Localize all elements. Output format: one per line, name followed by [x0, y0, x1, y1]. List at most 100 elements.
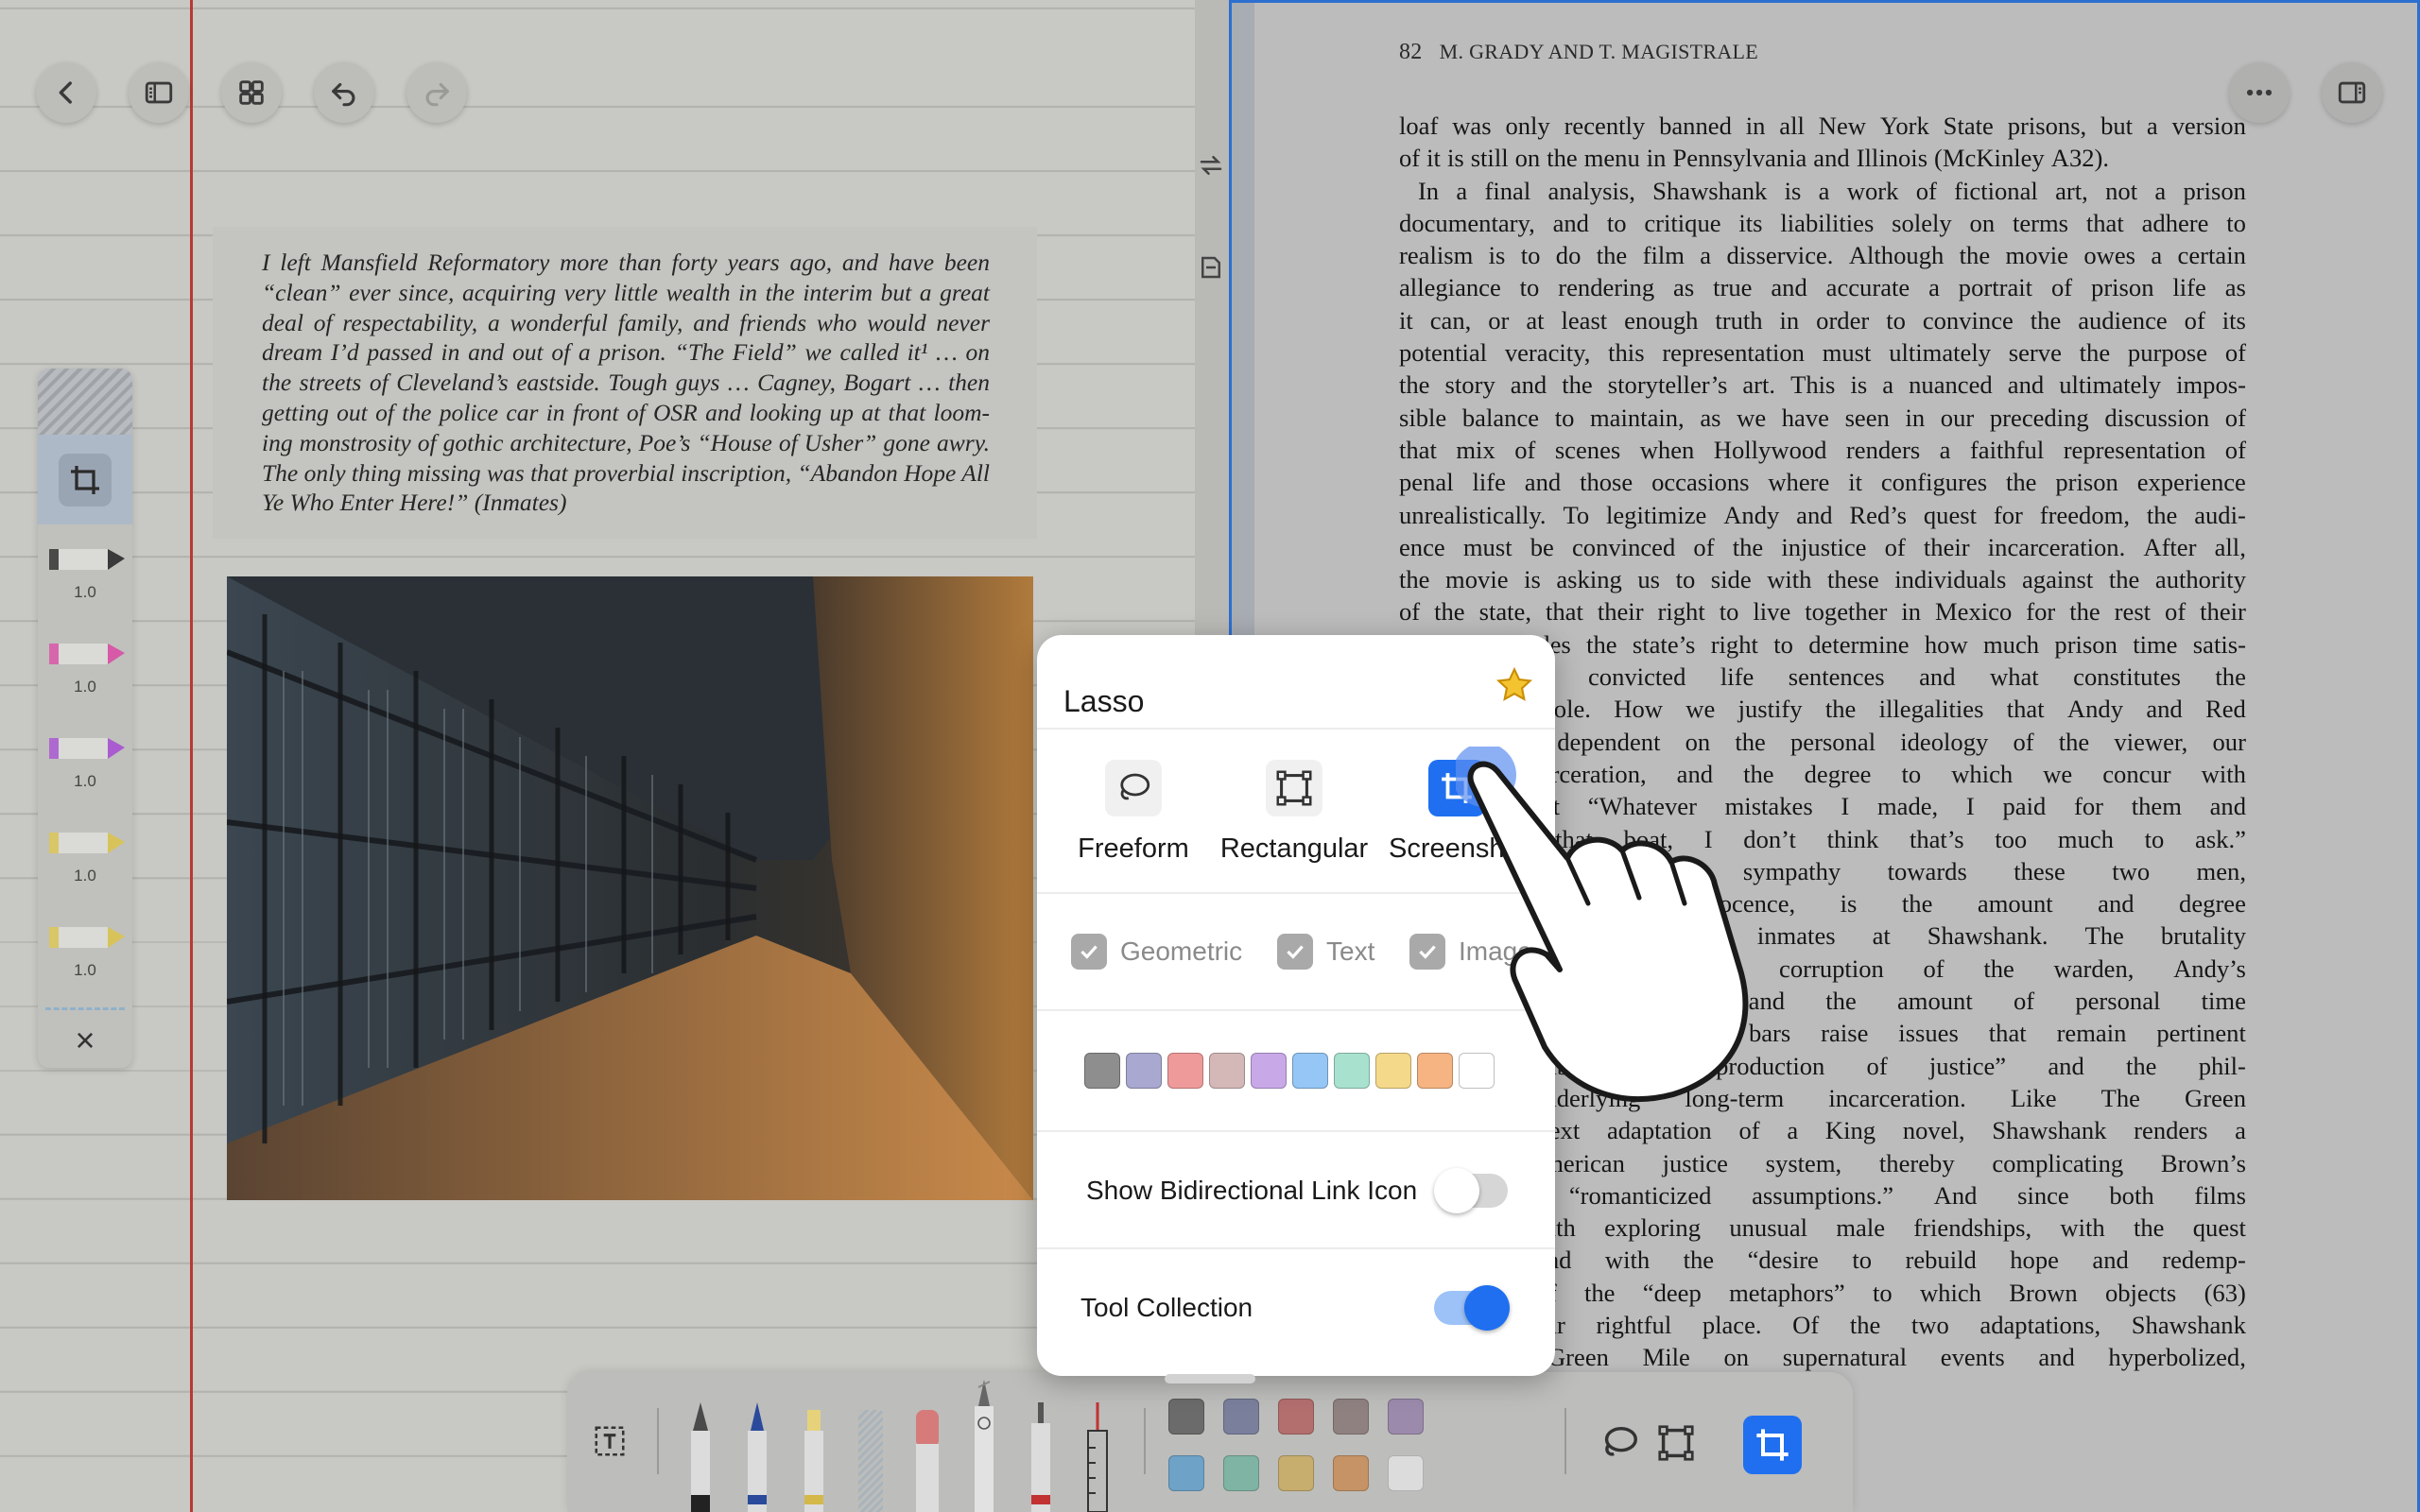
toolbar-color-swatch[interactable] [1388, 1455, 1424, 1491]
pdf-word: audi- [2194, 500, 2246, 529]
toolbar-color-swatch[interactable] [1333, 1455, 1369, 1491]
color-swatch[interactable] [1084, 1053, 1120, 1089]
highlighter-button[interactable] [794, 1400, 834, 1512]
pdf-word: against [2021, 565, 2094, 594]
page-bookmark-icon[interactable] [1197, 253, 1225, 282]
sidebar-toggle-button[interactable] [129, 62, 189, 123]
favorite-star-icon[interactable] [1495, 665, 1534, 705]
swap-panes-icon[interactable] [1197, 151, 1225, 180]
pdf-word: of [2184, 305, 2205, 335]
lasso-tool-button[interactable] [964, 1378, 1004, 1512]
color-swatch[interactable] [1251, 1053, 1287, 1089]
image-filter-checkbox[interactable]: Image [1409, 934, 1532, 970]
pdf-word: prison [2183, 176, 2246, 205]
texture-brush-icon [858, 1410, 883, 1512]
pdf-word: all [1779, 112, 1805, 140]
texture-pen-button[interactable] [851, 1400, 890, 1512]
pdf-word: banned [1659, 112, 1732, 140]
pdf-word: don’t [1743, 824, 1796, 853]
ruler-pen-button[interactable] [1078, 1400, 1117, 1512]
pdf-word: allegiance [1399, 273, 1501, 302]
marker-button[interactable] [1021, 1400, 1061, 1512]
fountain-pen-button[interactable] [681, 1400, 720, 1512]
pdf-word: representation [1662, 338, 1805, 368]
panel-drag-area[interactable] [38, 369, 132, 435]
right-panel-toggle-button[interactable] [2322, 62, 2382, 123]
close-panel-button[interactable]: × [38, 1021, 132, 1060]
toolbar-color-swatch[interactable] [1223, 1399, 1259, 1435]
tool-collection-toggle[interactable] [1434, 1285, 1510, 1331]
toolbar-separator [1144, 1408, 1146, 1474]
color-swatch[interactable] [1126, 1053, 1162, 1089]
more-horizontal-icon [2246, 89, 2273, 96]
screenshot-lasso-button[interactable] [1743, 1416, 1802, 1474]
pdf-word: of [2050, 273, 2073, 302]
pen-preset[interactable]: 1.0 [38, 524, 132, 619]
pdf-text-line: of the state, that their right to live together i… [1399, 595, 2246, 627]
pdf-word: our [1940, 403, 1975, 432]
ballpoint-pen-button[interactable] [737, 1400, 777, 1512]
toolbar-color-swatch[interactable] [1278, 1399, 1314, 1435]
text-filter-checkbox[interactable]: Text [1277, 934, 1374, 970]
undo-button[interactable] [314, 62, 374, 123]
pdf-word: is [1446, 144, 1464, 173]
color-swatch[interactable] [1209, 1053, 1245, 1089]
marker-icon [1031, 1402, 1050, 1512]
pdf-word: a [1787, 1116, 1799, 1145]
thumbnails-button[interactable] [221, 62, 282, 123]
pdf-text-line: that mix of scenes when Hollywood renders a fait… [1399, 434, 2246, 466]
color-swatch[interactable] [1459, 1053, 1495, 1089]
toolbar-color-swatch[interactable] [1168, 1399, 1204, 1435]
pdf-word: the [1825, 987, 1857, 1016]
toolbar-color-swatch[interactable] [1278, 1455, 1314, 1491]
pdf-word: hope [2010, 1246, 2059, 1275]
panel-right-icon [2338, 81, 2366, 104]
pdf-text-line: of it is still on the menu in Pennsylvania and Ill… [1399, 142, 2246, 174]
color-swatch[interactable] [1334, 1053, 1370, 1089]
rectangular-mode-option[interactable]: Rectangular [1219, 760, 1370, 865]
pdf-word: thereby [1878, 1148, 1955, 1177]
color-swatch[interactable] [1375, 1053, 1411, 1089]
freeform-lasso-button[interactable] [1598, 1421, 1641, 1469]
pdf-word: live [1753, 597, 1791, 627]
geometric-filter-checkbox[interactable]: Geometric [1071, 934, 1242, 970]
pdf-word: with [2201, 759, 2246, 788]
color-swatch[interactable] [1417, 1053, 1453, 1089]
popup-drag-handle[interactable] [1165, 1374, 1255, 1383]
color-swatch[interactable] [1167, 1053, 1203, 1089]
app-window: I left Mansfield Reformatory more than f… [0, 0, 2420, 1512]
eraser-button[interactable] [908, 1400, 947, 1512]
pdf-word: state, [1478, 597, 1531, 627]
toolbar-color-swatch[interactable] [1388, 1399, 1424, 1435]
toolbar-color-swatch[interactable] [1333, 1399, 1369, 1435]
pdf-word: much [2057, 824, 2114, 853]
more-options-button[interactable] [2229, 62, 2290, 123]
pdf-word: was [1452, 112, 1492, 140]
pdf-word: order [1816, 305, 1870, 335]
pdf-word: and [1771, 273, 1807, 302]
pen-preset[interactable]: 1.0 [38, 713, 132, 808]
back-button[interactable] [36, 62, 96, 123]
screenshot-mode-option[interactable]: Screenshot [1379, 760, 1555, 865]
pasted-quote-block[interactable]: I left Mansfield Reformatory more than f… [213, 227, 1037, 539]
text-tool-button[interactable] [592, 1423, 628, 1459]
active-screenshot-tool-slot[interactable] [38, 435, 132, 524]
freeform-mode-option[interactable]: Freeform [1058, 760, 1209, 865]
pen-preset[interactable]: 1.0 [38, 619, 132, 713]
pen-nib-icon [49, 833, 125, 853]
pdf-word: King [1824, 1116, 1876, 1145]
redo-button[interactable] [406, 62, 467, 123]
pen-nib-icon [49, 549, 125, 570]
color-swatch[interactable] [1292, 1053, 1328, 1089]
pen-preset[interactable]: 1.0 [38, 808, 132, 902]
pdf-word: (McKinley [1934, 144, 2045, 173]
toolbar-color-swatch[interactable] [1223, 1455, 1259, 1491]
prison-corridor-image[interactable] [227, 576, 1033, 1200]
show-link-icon-toggle[interactable] [1434, 1168, 1508, 1213]
pdf-word: the [2079, 338, 2111, 368]
rectangular-lasso-button[interactable] [1654, 1421, 1698, 1469]
pen-preset[interactable]: 1.0 [38, 902, 132, 997]
toolbar-color-swatch[interactable] [1168, 1455, 1204, 1491]
pdf-word: critique [1644, 208, 1721, 237]
pdf-word: to [1520, 241, 1541, 270]
